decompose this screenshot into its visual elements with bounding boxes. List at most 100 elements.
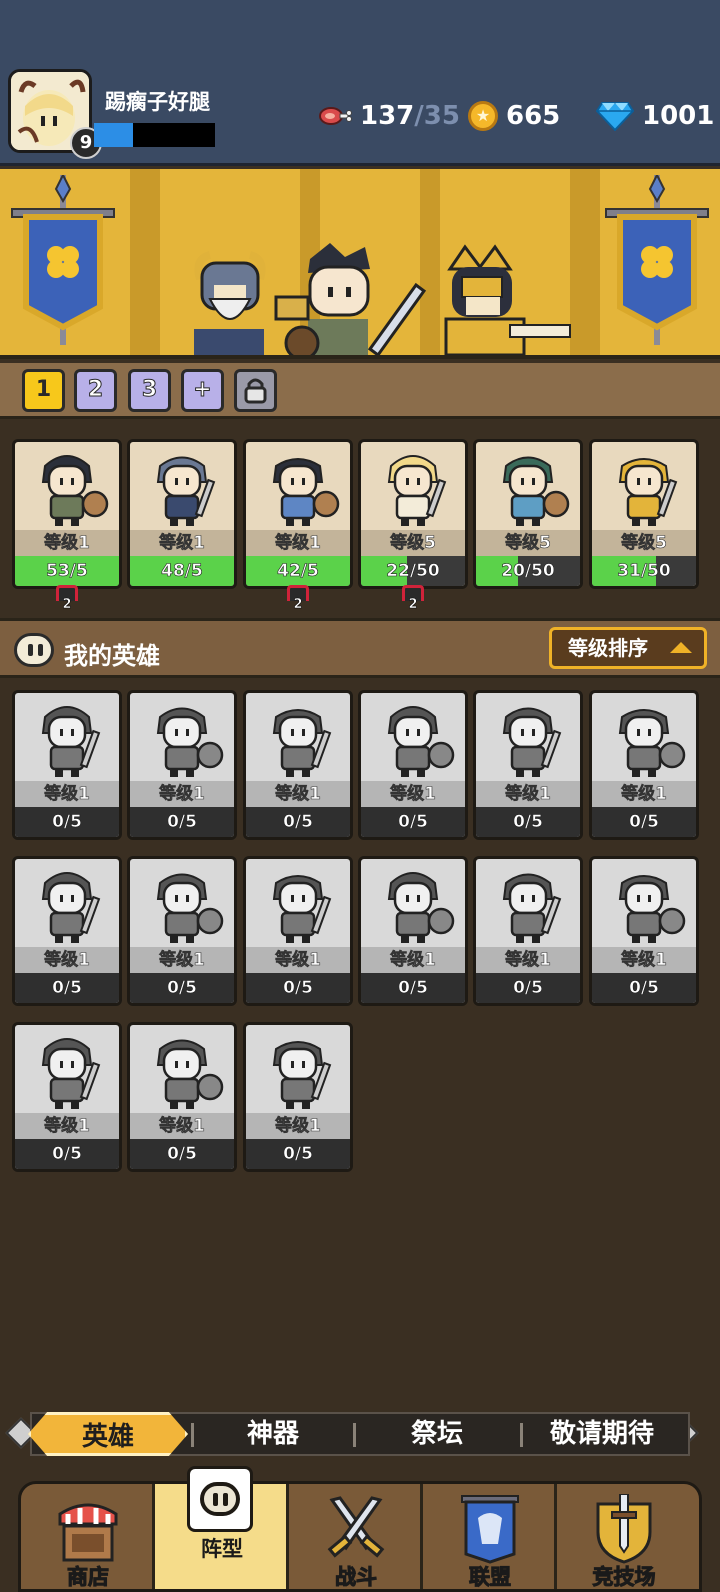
hero-level: 等级1 xyxy=(246,1113,350,1139)
hero-shard-count: 0/5 xyxy=(398,978,428,999)
roster-hero-card[interactable]: 等级1 0/5 xyxy=(243,856,353,1006)
tab-heroes[interactable]: 英雄 xyxy=(28,1412,188,1456)
team-hero-card[interactable]: 等级5 31/50 xyxy=(589,439,699,589)
xp-bar xyxy=(94,123,215,147)
hero-level: 等级1 xyxy=(130,530,234,556)
team-hero-card[interactable]: 等级1 48/5 xyxy=(127,439,237,589)
hero-shard-count: 0/5 xyxy=(167,978,197,999)
nav-shop[interactable]: 商店 xyxy=(21,1484,155,1589)
equip-tag-badge: 2 xyxy=(402,585,424,612)
hero-portrait xyxy=(618,709,686,777)
hero-portrait xyxy=(41,1038,101,1109)
bottom-navigation: 商店 阵型 战斗 联盟 竞技场 xyxy=(18,1481,702,1592)
nav-formation-label: 阵型 xyxy=(201,1537,243,1561)
hero-shard-progress: 0/5 xyxy=(361,807,465,837)
hero-shard-count: 0/5 xyxy=(52,812,82,833)
hero-level: 等级1 xyxy=(15,1113,119,1139)
roster-hero-card[interactable]: 等级1 0/5 xyxy=(243,1022,353,1172)
sort-label: 等级排序 xyxy=(568,636,648,660)
roster-hero-card[interactable]: 等级1 0/5 xyxy=(243,690,353,840)
tab-artifacts[interactable]: 神器 xyxy=(193,1412,353,1456)
shop-icon xyxy=(58,1503,118,1562)
hero-shard-progress: 0/5 xyxy=(476,807,580,837)
hero-portrait xyxy=(41,706,101,777)
hero-level: 等级5 xyxy=(361,530,465,556)
hero-shard-progress: 48/5 xyxy=(130,556,234,586)
meat-counter[interactable]: 137/35 xyxy=(318,96,460,136)
hero-portrait xyxy=(618,875,686,943)
roster-hero-card[interactable]: 等级1 0/5 xyxy=(358,690,468,840)
hero-level: 等级1 xyxy=(592,947,696,973)
sort-arrow-up-icon xyxy=(670,642,692,653)
hero-shard-progress: 0/5 xyxy=(246,973,350,1003)
team-hero-card[interactable]: 等级1 53/5 xyxy=(12,439,122,589)
gold-counter[interactable]: ★ 665 xyxy=(468,96,560,136)
tab-altar[interactable]: 祭坛 xyxy=(357,1412,517,1456)
formation-face-icon xyxy=(14,633,54,667)
team-hero-card[interactable]: 等级5 20/50 xyxy=(473,439,583,589)
hero-shard-count: 22/50 xyxy=(386,561,440,582)
hero-shard-progress: 22/50 xyxy=(361,556,465,586)
hero-portrait xyxy=(41,872,101,943)
hero-level: 等级1 xyxy=(246,530,350,556)
roster-hero-card[interactable]: 等级1 0/5 xyxy=(127,856,237,1006)
roster-hero-card[interactable]: 等级1 0/5 xyxy=(589,856,699,1006)
hero-portrait xyxy=(272,1041,332,1109)
roster-hero-card[interactable]: 等级1 0/5 xyxy=(589,690,699,840)
gem-counter[interactable]: 1001 xyxy=(596,96,714,136)
nav-arena[interactable]: 竞技场 xyxy=(557,1484,691,1589)
nav-alliance[interactable]: 联盟 xyxy=(423,1484,557,1589)
arena-shield-icon xyxy=(596,1494,652,1564)
hero-shard-count: 0/5 xyxy=(52,978,82,999)
alliance-banner-icon xyxy=(461,1495,519,1564)
top-bar: 9 踢瘸子好腿 137/35 ★ 665 1001 xyxy=(0,0,720,166)
active-team: 等级1 53/5 2 等级1 48/5 等级1 42/5 2 等级5 22/50… xyxy=(0,422,720,618)
add-formation-button[interactable]: + xyxy=(181,369,224,412)
hero-shard-count: 53/5 xyxy=(46,561,88,582)
hero-level: 等级5 xyxy=(476,530,580,556)
xp-bar-fill xyxy=(94,123,133,147)
hero-level: 等级1 xyxy=(130,781,234,807)
locked-formation-slot[interactable] xyxy=(234,369,277,412)
nav-battle[interactable]: 战斗 xyxy=(289,1484,423,1589)
diamond-icon xyxy=(596,102,634,131)
team-heroes-preview[interactable] xyxy=(180,239,580,359)
hero-shard-count: 31/50 xyxy=(617,561,671,582)
formation-icon[interactable] xyxy=(187,1466,253,1532)
equip-tag-badge: 2 xyxy=(56,585,78,612)
hero-shard-progress: 42/5 xyxy=(246,556,350,586)
gem-value: 1001 xyxy=(642,101,715,131)
hero-shard-progress: 20/50 xyxy=(476,556,580,586)
hero-level: 等级1 xyxy=(592,781,696,807)
hero-shard-count: 0/5 xyxy=(52,1144,82,1165)
formation-slot-2[interactable]: 2 xyxy=(74,369,117,412)
roster-hero-card[interactable]: 等级1 0/5 xyxy=(127,690,237,840)
crossed-swords-icon xyxy=(327,1496,385,1558)
hero-shard-progress: 0/5 xyxy=(592,807,696,837)
roster-hero-card[interactable]: 等级1 0/5 xyxy=(12,690,122,840)
hero-shard-progress: 0/5 xyxy=(15,1139,119,1169)
meat-current: 137 xyxy=(360,101,415,131)
roster-hero-card[interactable]: 等级1 0/5 xyxy=(12,856,122,1006)
roster-hero-card[interactable]: 等级1 0/5 xyxy=(473,856,583,1006)
roster-hero-card[interactable]: 等级1 0/5 xyxy=(473,690,583,840)
roster-hero-card[interactable]: 等级1 0/5 xyxy=(12,1022,122,1172)
hero-shard-progress: 0/5 xyxy=(592,973,696,1003)
formation-slot-3[interactable]: 3 xyxy=(128,369,171,412)
gold-coin-icon: ★ xyxy=(468,101,498,131)
tab-divider xyxy=(353,1423,356,1447)
team-hero-card[interactable]: 等级1 42/5 xyxy=(243,439,353,589)
hero-portrait xyxy=(156,707,224,777)
hero-shard-count: 0/5 xyxy=(283,978,313,999)
hero-shard-count: 0/5 xyxy=(167,812,197,833)
formation-slot-1[interactable]: 1 xyxy=(22,369,65,412)
roster-hero-card[interactable]: 等级1 0/5 xyxy=(127,1022,237,1172)
hero-portrait xyxy=(502,873,562,943)
hero-shard-progress: 31/50 xyxy=(592,556,696,586)
hero-level: 等级1 xyxy=(361,781,465,807)
tab-coming-soon[interactable]: 敬请期待 xyxy=(522,1412,682,1456)
team-hero-card[interactable]: 等级5 22/50 xyxy=(358,439,468,589)
roster-hero-card[interactable]: 等级1 0/5 xyxy=(358,856,468,1006)
hero-portrait xyxy=(156,456,216,526)
sort-by-level-button[interactable]: 等级排序 xyxy=(549,627,707,669)
